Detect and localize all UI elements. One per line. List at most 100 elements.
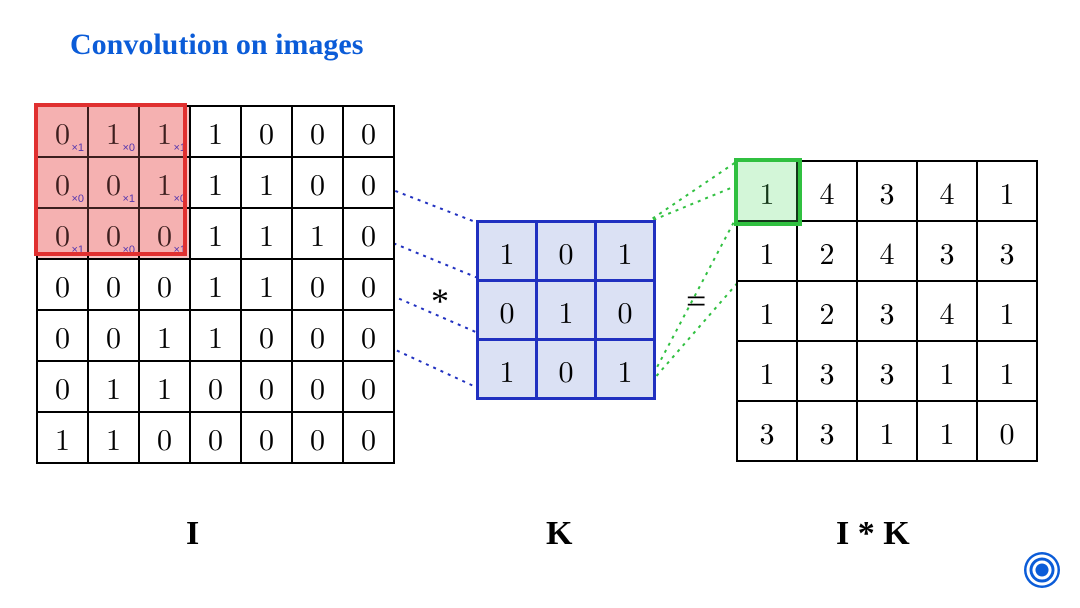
weight-subscript: ×1 bbox=[71, 142, 84, 154]
weight-subscript: ×0 bbox=[122, 142, 135, 154]
input-cell: 0 bbox=[292, 259, 343, 310]
input-cell: 1 bbox=[292, 208, 343, 259]
input-cell: 0×1 bbox=[37, 208, 88, 259]
output-cell: 1 bbox=[857, 401, 917, 461]
input-cell: 0 bbox=[241, 361, 292, 412]
kernel-cell: 0 bbox=[478, 281, 537, 340]
input-cell: 0 bbox=[343, 259, 394, 310]
input-cell: 1×0 bbox=[88, 106, 139, 157]
input-matrix: 0×11×01×110000×00×11×011000×10×00×111100… bbox=[36, 105, 395, 464]
conv-operator: * bbox=[431, 280, 449, 322]
input-cell: 0 bbox=[343, 361, 394, 412]
output-cell: 1 bbox=[737, 221, 797, 281]
output-cell: 1 bbox=[977, 161, 1037, 221]
input-cell: 0 bbox=[292, 310, 343, 361]
input-cell: 1 bbox=[190, 208, 241, 259]
equals-operator: = bbox=[686, 280, 706, 322]
input-cell: 0×0 bbox=[37, 157, 88, 208]
input-cell: 0 bbox=[343, 412, 394, 463]
input-cell: 0×1 bbox=[88, 157, 139, 208]
label-K: K bbox=[546, 515, 572, 553]
weight-subscript: ×0 bbox=[71, 193, 84, 205]
input-cell: 0 bbox=[343, 106, 394, 157]
input-cell: 1×0 bbox=[139, 157, 190, 208]
input-cell: 0 bbox=[241, 412, 292, 463]
kernel-cell: 1 bbox=[537, 281, 596, 340]
input-cell: 1 bbox=[241, 259, 292, 310]
label-I: I bbox=[186, 515, 199, 553]
kernel-matrix: 101010101 bbox=[476, 220, 656, 400]
weight-subscript: ×1 bbox=[173, 244, 186, 256]
kernel-cell: 0 bbox=[537, 222, 596, 281]
weight-subscript: ×1 bbox=[122, 193, 135, 205]
input-cell: 0 bbox=[37, 361, 88, 412]
output-cell: 4 bbox=[797, 161, 857, 221]
output-cell: 3 bbox=[797, 341, 857, 401]
output-cell: 1 bbox=[737, 281, 797, 341]
output-cell: 4 bbox=[857, 221, 917, 281]
output-cell: 3 bbox=[977, 221, 1037, 281]
input-cell: 1 bbox=[190, 259, 241, 310]
input-cell: 0 bbox=[88, 259, 139, 310]
input-cell: 1 bbox=[37, 412, 88, 463]
output-cell: 3 bbox=[797, 401, 857, 461]
input-cell: 1 bbox=[139, 310, 190, 361]
output-cell: 3 bbox=[917, 221, 977, 281]
input-cell: 0 bbox=[88, 310, 139, 361]
weight-subscript: ×0 bbox=[173, 193, 186, 205]
output-cell: 0 bbox=[977, 401, 1037, 461]
input-cell: 0 bbox=[139, 259, 190, 310]
weight-subscript: ×0 bbox=[122, 244, 135, 256]
brand-logo bbox=[1022, 550, 1062, 590]
output-cell: 2 bbox=[797, 221, 857, 281]
input-cell: 1 bbox=[241, 208, 292, 259]
output-matrix: 1434112433123411331133110 bbox=[736, 160, 1038, 462]
input-cell: 0 bbox=[292, 412, 343, 463]
input-cell: 0 bbox=[190, 412, 241, 463]
output-cell: 2 bbox=[797, 281, 857, 341]
label-IK: I * K bbox=[836, 515, 910, 553]
output-cell: 1 bbox=[977, 341, 1037, 401]
input-cell: 0 bbox=[343, 310, 394, 361]
weight-subscript: ×1 bbox=[173, 142, 186, 154]
input-cell: 1 bbox=[139, 361, 190, 412]
input-cell: 1 bbox=[88, 412, 139, 463]
output-cell: 3 bbox=[857, 341, 917, 401]
input-cell: 1 bbox=[88, 361, 139, 412]
input-cell: 0 bbox=[292, 361, 343, 412]
output-cell: 4 bbox=[917, 281, 977, 341]
input-cell: 0×0 bbox=[88, 208, 139, 259]
input-cell: 0 bbox=[37, 310, 88, 361]
kernel-cell: 1 bbox=[478, 340, 537, 399]
output-cell: 1 bbox=[917, 401, 977, 461]
kernel-cell: 0 bbox=[537, 340, 596, 399]
input-cell: 1 bbox=[190, 106, 241, 157]
kernel-cell: 0 bbox=[596, 281, 655, 340]
page-title: Convolution on images bbox=[70, 28, 363, 62]
input-cell: 0 bbox=[241, 310, 292, 361]
diagram-stage: 0×11×01×110000×00×11×011000×10×00×111100… bbox=[36, 105, 1044, 575]
input-cell: 0 bbox=[37, 259, 88, 310]
output-cell: 3 bbox=[857, 161, 917, 221]
input-cell: 0 bbox=[190, 361, 241, 412]
output-cell: 3 bbox=[737, 401, 797, 461]
input-cell: 0 bbox=[343, 157, 394, 208]
input-cell: 0×1 bbox=[37, 106, 88, 157]
input-cell: 1 bbox=[241, 157, 292, 208]
output-cell: 1 bbox=[737, 341, 797, 401]
output-cell: 1 bbox=[737, 161, 797, 221]
input-cell: 0 bbox=[139, 412, 190, 463]
kernel-cell: 1 bbox=[596, 222, 655, 281]
input-cell: 1 bbox=[190, 310, 241, 361]
input-cell: 0 bbox=[343, 208, 394, 259]
output-cell: 4 bbox=[917, 161, 977, 221]
kernel-cell: 1 bbox=[478, 222, 537, 281]
input-cell: 0 bbox=[292, 157, 343, 208]
output-cell: 1 bbox=[917, 341, 977, 401]
input-cell: 0 bbox=[241, 106, 292, 157]
output-cell: 1 bbox=[977, 281, 1037, 341]
input-cell: 0×1 bbox=[139, 208, 190, 259]
input-cell: 1×1 bbox=[139, 106, 190, 157]
kernel-cell: 1 bbox=[596, 340, 655, 399]
output-cell: 3 bbox=[857, 281, 917, 341]
